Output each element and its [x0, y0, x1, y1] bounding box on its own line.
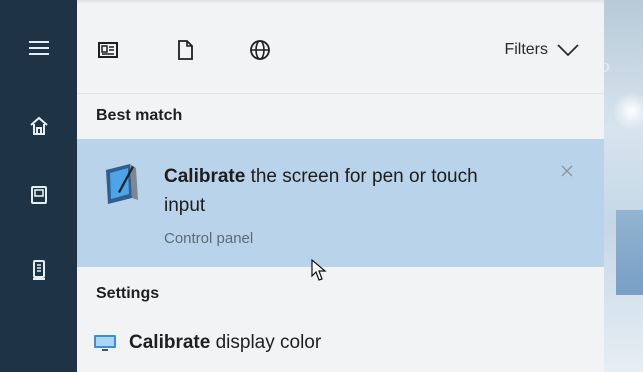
- documents-filter-button[interactable]: [174, 39, 196, 61]
- settings-item-label-rest: display color: [210, 332, 322, 353]
- best-match-title-bold: Calibrate: [164, 166, 246, 187]
- best-match-result[interactable]: Calibrate the screen for pen or touch in…: [77, 139, 604, 267]
- home-button[interactable]: [0, 103, 77, 149]
- pen-calibration-icon: [106, 164, 138, 204]
- best-match-heading: Best match: [96, 107, 183, 124]
- device-button[interactable]: [0, 247, 77, 293]
- cursor-icon: [311, 258, 327, 281]
- filters-button[interactable]: Filters: [504, 41, 580, 59]
- settings-result-calibrate-display-color[interactable]: Calibrate display color: [93, 332, 321, 354]
- home-icon: [29, 116, 48, 135]
- filters-label: Filters: [504, 41, 548, 58]
- wallpaper-cloud: [614, 90, 643, 132]
- apps-icon: [98, 42, 118, 58]
- apps-filter-button[interactable]: [97, 39, 119, 61]
- hamburger-icon: [28, 41, 49, 55]
- settings-heading: Settings: [96, 285, 160, 302]
- search-results-panel: Filters Best match Calibrate the screen …: [77, 0, 604, 372]
- best-match-subtitle: Control panel: [164, 230, 254, 247]
- dismiss-button[interactable]: [560, 160, 574, 184]
- document-icon: [178, 40, 193, 60]
- best-match-title: Calibrate the screen for pen or touch in…: [164, 162, 484, 220]
- web-filter-button[interactable]: [249, 39, 271, 61]
- wallpaper-sky: [616, 210, 643, 295]
- notebook-button[interactable]: [0, 172, 77, 218]
- close-icon: [561, 165, 573, 177]
- desktop-wallpaper: [604, 0, 643, 372]
- monitor-icon: [94, 335, 116, 351]
- filter-toolbar: Filters: [77, 0, 604, 94]
- web-icon: [250, 40, 270, 60]
- device-icon: [32, 260, 45, 280]
- hamburger-menu-button[interactable]: [0, 25, 77, 71]
- panel-top-shadow: [77, 0, 604, 4]
- chevron-down-icon: [557, 44, 579, 57]
- settings-item-label-bold: Calibrate: [129, 332, 211, 353]
- mouse-cursor: [310, 258, 328, 287]
- notebook-icon: [30, 186, 47, 204]
- left-nav-rail: [0, 0, 77, 372]
- settings-item-label: Calibrate display color: [129, 332, 321, 354]
